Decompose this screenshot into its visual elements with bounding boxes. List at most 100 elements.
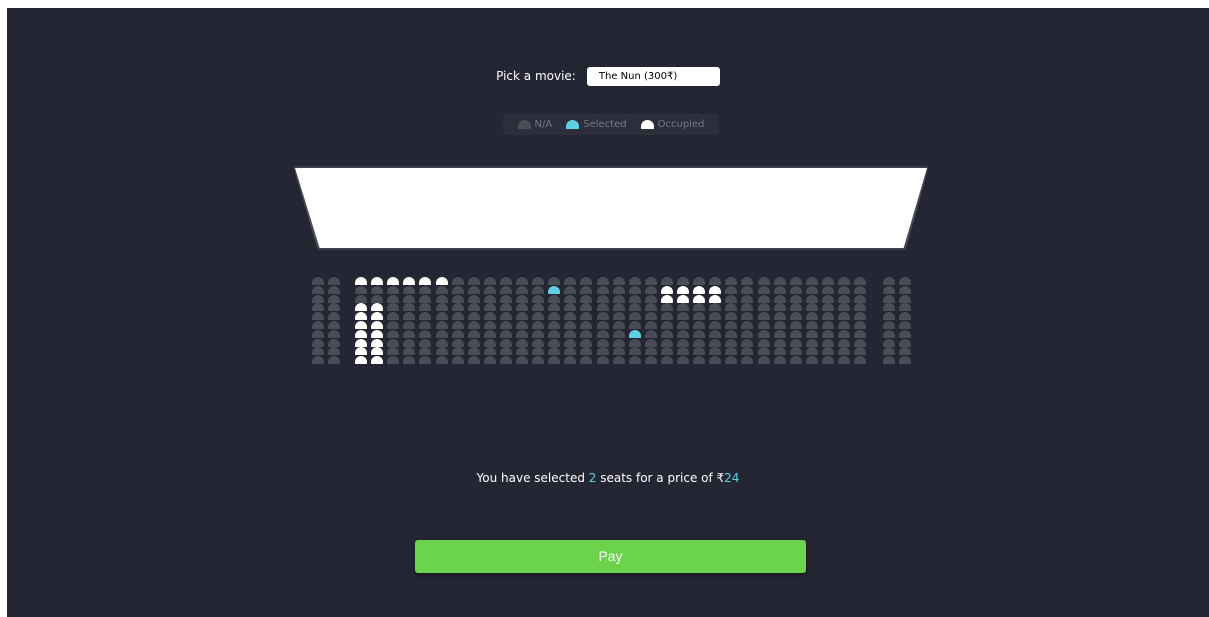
seat[interactable] (741, 329, 754, 338)
seat[interactable] (403, 294, 416, 303)
seat[interactable] (709, 277, 722, 285)
seat-left-block[interactable] (328, 312, 341, 321)
seat[interactable] (483, 294, 496, 303)
seat[interactable] (467, 356, 480, 365)
seat[interactable] (805, 347, 818, 356)
seat[interactable] (677, 303, 689, 312)
seat[interactable] (628, 347, 641, 356)
seat[interactable] (789, 285, 802, 294)
seat[interactable] (435, 329, 448, 338)
seat[interactable] (371, 294, 384, 303)
seat[interactable] (741, 338, 754, 347)
seat[interactable] (596, 285, 609, 294)
seat[interactable] (564, 347, 577, 356)
seat[interactable] (499, 285, 512, 294)
seat[interactable] (499, 329, 512, 338)
seat[interactable] (451, 356, 464, 365)
seat[interactable] (644, 356, 657, 365)
seat[interactable] (854, 347, 867, 356)
seat[interactable] (467, 312, 480, 321)
seat[interactable] (773, 303, 786, 312)
seat[interactable] (821, 347, 834, 356)
seat[interactable] (435, 294, 448, 303)
seat[interactable] (854, 312, 867, 321)
seat[interactable] (355, 294, 367, 303)
seat[interactable] (467, 285, 480, 294)
seat-right-block[interactable] (899, 321, 912, 329)
seat[interactable] (628, 356, 641, 365)
seat[interactable] (435, 321, 448, 329)
seat[interactable] (628, 294, 641, 303)
seat[interactable] (677, 338, 689, 347)
seat[interactable] (499, 338, 512, 347)
seat[interactable] (805, 338, 818, 347)
seat[interactable] (467, 303, 480, 312)
seat[interactable] (580, 329, 593, 338)
seat[interactable] (821, 277, 834, 285)
seat[interactable] (532, 338, 545, 347)
seat-right-block[interactable] (899, 277, 912, 285)
seat[interactable] (757, 277, 770, 285)
seat[interactable] (821, 338, 834, 347)
seat[interactable] (451, 285, 464, 294)
seat-left-block[interactable] (328, 347, 341, 356)
seat[interactable] (483, 347, 496, 356)
seat[interactable] (612, 356, 625, 365)
seat[interactable] (773, 321, 786, 329)
seat[interactable] (805, 303, 818, 312)
seat[interactable] (499, 294, 512, 303)
seat[interactable] (516, 277, 528, 285)
seat[interactable] (838, 321, 850, 329)
seat[interactable] (709, 321, 722, 329)
seat-left-block[interactable] (312, 285, 324, 294)
seat[interactable] (499, 303, 512, 312)
seat[interactable] (725, 277, 738, 285)
seat[interactable] (757, 285, 770, 294)
seat[interactable] (564, 294, 577, 303)
seat-left-block[interactable] (312, 347, 324, 356)
seat[interactable] (580, 277, 593, 285)
seat-left-block[interactable] (312, 312, 324, 321)
seat[interactable] (612, 277, 625, 285)
seat[interactable] (580, 338, 593, 347)
seat[interactable] (435, 347, 448, 356)
seat[interactable] (387, 285, 400, 294)
seat[interactable] (789, 303, 802, 312)
seat[interactable] (435, 285, 448, 294)
seat[interactable] (805, 312, 818, 321)
seat[interactable] (628, 321, 641, 329)
seat-left-block[interactable] (328, 285, 341, 294)
seat[interactable] (757, 294, 770, 303)
seat[interactable] (419, 285, 432, 294)
seat[interactable] (596, 303, 609, 312)
seat[interactable] (451, 277, 464, 285)
seat[interactable] (854, 338, 867, 347)
seat[interactable] (580, 294, 593, 303)
seat[interactable] (789, 277, 802, 285)
seat[interactable] (854, 321, 867, 329)
seat[interactable] (644, 347, 657, 356)
seat[interactable] (821, 285, 834, 294)
seat[interactable] (677, 321, 689, 329)
seat[interactable] (596, 294, 609, 303)
seat[interactable] (709, 347, 722, 356)
seat[interactable] (564, 303, 577, 312)
seat[interactable] (516, 285, 528, 294)
seat[interactable] (435, 356, 448, 365)
seat[interactable] (483, 312, 496, 321)
seat[interactable] (693, 329, 706, 338)
seat[interactable] (709, 312, 722, 321)
seat[interactable] (532, 321, 545, 329)
seat-right-block[interactable] (899, 285, 912, 294)
seat[interactable] (612, 312, 625, 321)
seat-right-block[interactable] (883, 329, 895, 338)
seat[interactable] (854, 356, 867, 365)
seat[interactable] (451, 321, 464, 329)
seat[interactable] (805, 356, 818, 365)
seat-left-block[interactable] (312, 356, 324, 365)
seat[interactable] (580, 285, 593, 294)
seat-right-block[interactable] (883, 277, 895, 285)
seat-right-block[interactable] (899, 294, 912, 303)
seat[interactable] (709, 356, 722, 365)
seat[interactable] (580, 347, 593, 356)
